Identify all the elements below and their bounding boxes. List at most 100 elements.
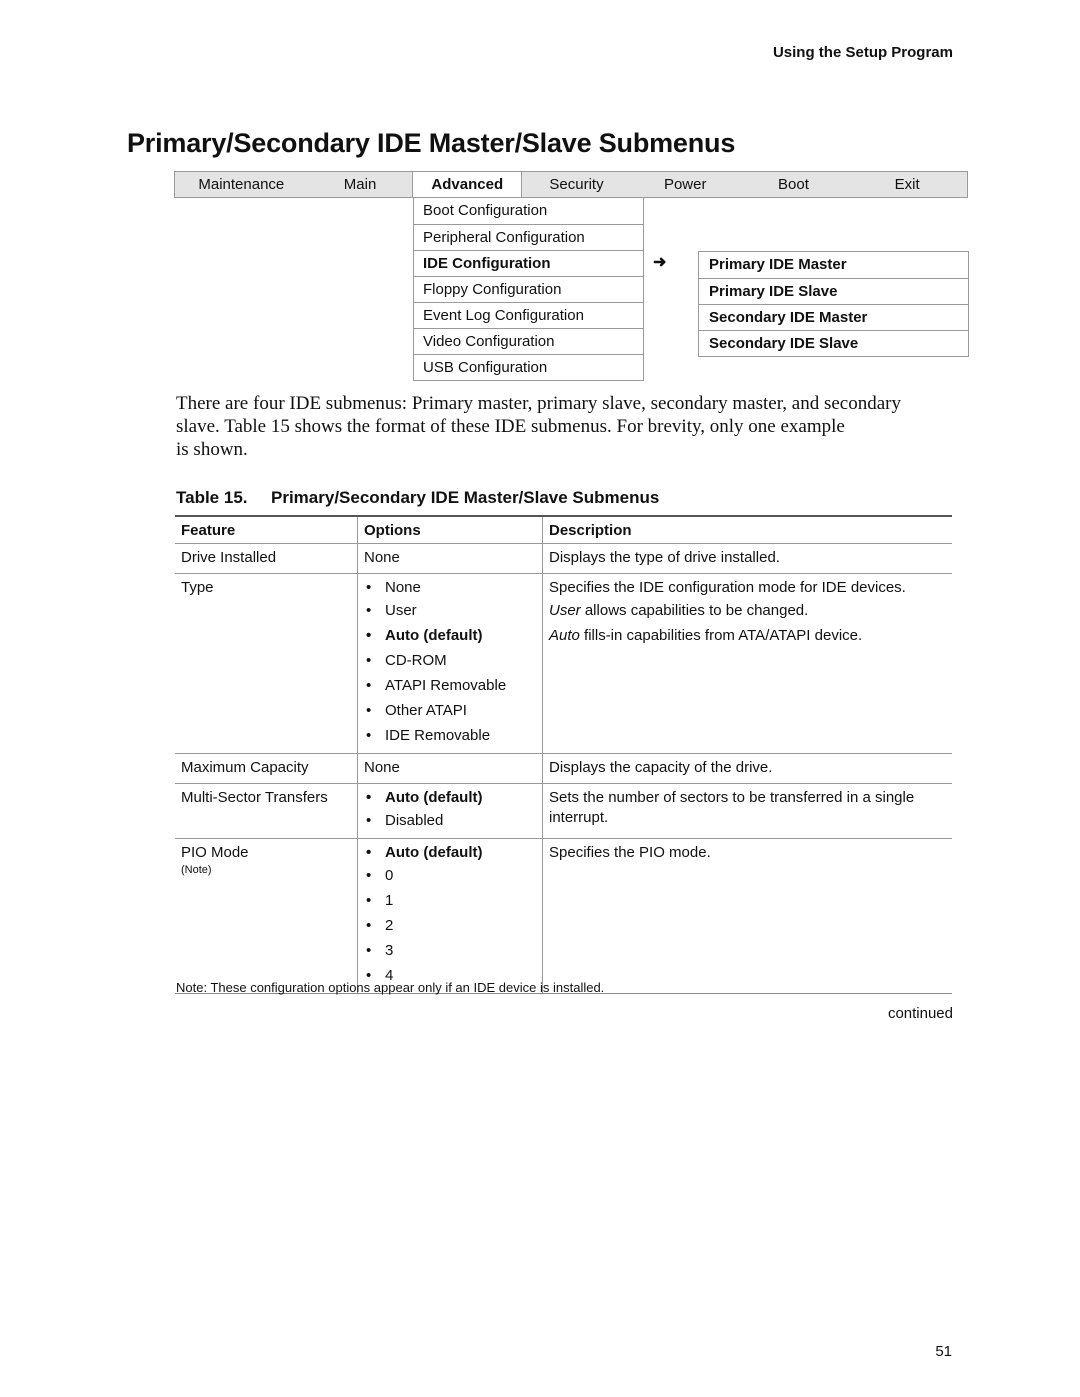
options-list: NoneUserAuto (default)CD-ROMATAPI Remova… — [364, 578, 536, 748]
table-row: Drive Installed None Displays the type of … — [175, 543, 952, 574]
options-cell: None — [357, 543, 543, 574]
description-text: Displays the type of drive installed. — [549, 549, 780, 566]
description-cell: Specifies the IDE configuration mode for… — [542, 573, 952, 754]
feature-cell: Maximum Capacity — [175, 753, 358, 784]
bios-menubar: Maintenance Main Advanced Security Power Boot… — [174, 171, 968, 198]
intro-paragraph: There are four IDE submenus: Primary mas… — [176, 392, 946, 461]
table-footnote: Note: These configuration options appear… — [176, 980, 605, 995]
feature-note: (Note) — [181, 864, 212, 876]
option-item: CD-ROM — [364, 648, 536, 673]
table-row: PIO Mode (Note) Auto (default)01234 Specifi… — [175, 838, 952, 994]
table-row: Multi-Sector Transfers Auto (default)Disa… — [175, 783, 952, 839]
advanced-menu: Boot Configuration Peripheral Configurati… — [413, 198, 644, 381]
option-item: Other ATAPI — [364, 698, 536, 723]
paragraph-line: There are four IDE submenus: Primary mas… — [176, 393, 901, 414]
column-header-feature: Feature — [175, 515, 358, 544]
description-text: Specifies the IDE configuration mode for… — [549, 579, 906, 596]
description-line: Sets the number of sectors to be transfe… — [549, 788, 946, 828]
menu-item[interactable]: Floppy Configuration — [414, 276, 643, 302]
options-cell: NoneUserAuto (default)CD-ROMATAPI Remova… — [357, 573, 543, 754]
submenu-item[interactable]: Primary IDE Slave — [699, 278, 968, 304]
tab-power[interactable]: Power — [631, 172, 740, 197]
description-emphasis: User — [549, 602, 581, 619]
submenu-item[interactable]: Secondary IDE Master — [699, 304, 968, 330]
running-header: Using the Setup Program — [772, 44, 953, 61]
description-text: allows capabilities to be changed. — [580, 602, 809, 619]
submenu-item[interactable]: Primary IDE Master — [699, 252, 968, 278]
continued-label: continued — [887, 1005, 953, 1022]
feature-name: Type — [181, 579, 214, 596]
menu-item[interactable]: Peripheral Configuration — [414, 224, 643, 250]
option-item: ATAPI Removable — [364, 673, 536, 698]
description-line: Specifies the IDE configuration mode for… — [549, 578, 946, 598]
menu-item[interactable]: Video Configuration — [414, 328, 643, 354]
column-header-options: Options — [357, 515, 543, 544]
tab-main[interactable]: Main — [308, 172, 413, 197]
options-list: Auto (default)Disabled — [364, 788, 536, 833]
description-cell: Sets the number of sectors to be transfe… — [542, 783, 952, 839]
options-cell: Auto (default)Disabled — [357, 783, 543, 839]
option-item: Disabled — [364, 808, 536, 833]
option-item: Auto (default) — [364, 843, 536, 863]
table-header-row: Feature Options Description — [175, 515, 952, 544]
options-list: Auto (default)01234 — [364, 843, 536, 988]
table-row: Maximum Capacity None Displays the capacit… — [175, 753, 952, 784]
option-value: None — [364, 759, 400, 776]
description-cell: Specifies the PIO mode. — [542, 838, 952, 994]
tab-advanced[interactable]: Advanced — [412, 172, 523, 197]
description-cell: Displays the type of drive installed. — [542, 543, 952, 574]
options-cell: Auto (default)01234 — [357, 838, 543, 994]
description-line: User allows capabilities to be changed. — [549, 598, 946, 623]
page-title: Primary/Secondary IDE Master/Slave Subme… — [127, 128, 736, 158]
table-number: Table 15. — [176, 488, 248, 507]
submenu-item[interactable]: Secondary IDE Slave — [699, 330, 968, 356]
menu-item[interactable]: IDE Configuration — [414, 250, 643, 276]
description-text: fills-in capabilities from ATA/ATAPI dev… — [579, 627, 863, 644]
description-line: Specifies the PIO mode. — [549, 843, 946, 863]
paragraph-line: is shown. — [176, 439, 248, 460]
feature-name: Multi-Sector Transfers — [181, 789, 328, 806]
menu-item[interactable]: Boot Configuration — [414, 198, 643, 224]
feature-cell: PIO Mode (Note) — [175, 838, 358, 994]
table-row: TypeNoneUserAuto (default)CD-ROMATAPI Re… — [175, 573, 952, 754]
page-number: 51 — [935, 1343, 952, 1360]
option-item: Auto (default) — [364, 788, 536, 808]
feature-name: PIO Mode — [181, 844, 249, 861]
description-emphasis: Auto — [549, 627, 580, 644]
table-caption: Table 15. Primary/Secondary IDE Master/Sl… — [176, 488, 659, 508]
option-item: 3 — [364, 938, 536, 963]
description-line: Displays the type of drive installed. — [549, 548, 946, 568]
menu-item[interactable]: Event Log Configuration — [414, 302, 643, 328]
feature-cell: Type — [175, 573, 358, 754]
description-text: Sets the number of sectors to be transfe… — [549, 789, 915, 826]
feature-name: Drive Installed — [181, 549, 277, 566]
description-line: Auto fills-in capabilities from ATA/ATAP… — [549, 623, 946, 648]
tab-boot[interactable]: Boot — [740, 172, 848, 197]
option-item: Auto (default) — [364, 623, 536, 648]
option-item: None — [364, 578, 536, 598]
feature-name: Maximum Capacity — [181, 759, 309, 776]
feature-cell: Drive Installed — [175, 543, 358, 574]
option-item: 2 — [364, 913, 536, 938]
description-line: Displays the capacity of the drive. — [549, 758, 946, 778]
options-cell: None — [357, 753, 543, 784]
arrow-right-icon: ➜ — [653, 254, 667, 271]
menu-item[interactable]: USB Configuration — [414, 354, 643, 380]
tab-maintenance[interactable]: Maintenance — [175, 172, 308, 197]
description-text: Specifies the PIO mode. — [549, 844, 711, 861]
tab-exit[interactable]: Exit — [847, 172, 967, 197]
option-item: 0 — [364, 863, 536, 888]
option-item: IDE Removable — [364, 723, 536, 748]
description-text: Displays the capacity of the drive. — [549, 759, 773, 776]
paragraph-line: slave. Table 15 shows the format of thes… — [176, 416, 845, 437]
description-cell: Displays the capacity of the drive. — [542, 753, 952, 784]
column-header-description: Description — [542, 515, 952, 544]
submenu-table: Feature Options Description Drive Instal… — [175, 515, 952, 994]
table-title: Primary/Secondary IDE Master/Slave Subme… — [271, 488, 660, 507]
feature-cell: Multi-Sector Transfers — [175, 783, 358, 839]
option-item: 1 — [364, 888, 536, 913]
ide-submenu: Primary IDE Master Primary IDE Slave Secon… — [698, 251, 969, 357]
option-item: User — [364, 598, 536, 623]
tab-security[interactable]: Security — [522, 172, 631, 197]
option-value: None — [364, 549, 400, 566]
